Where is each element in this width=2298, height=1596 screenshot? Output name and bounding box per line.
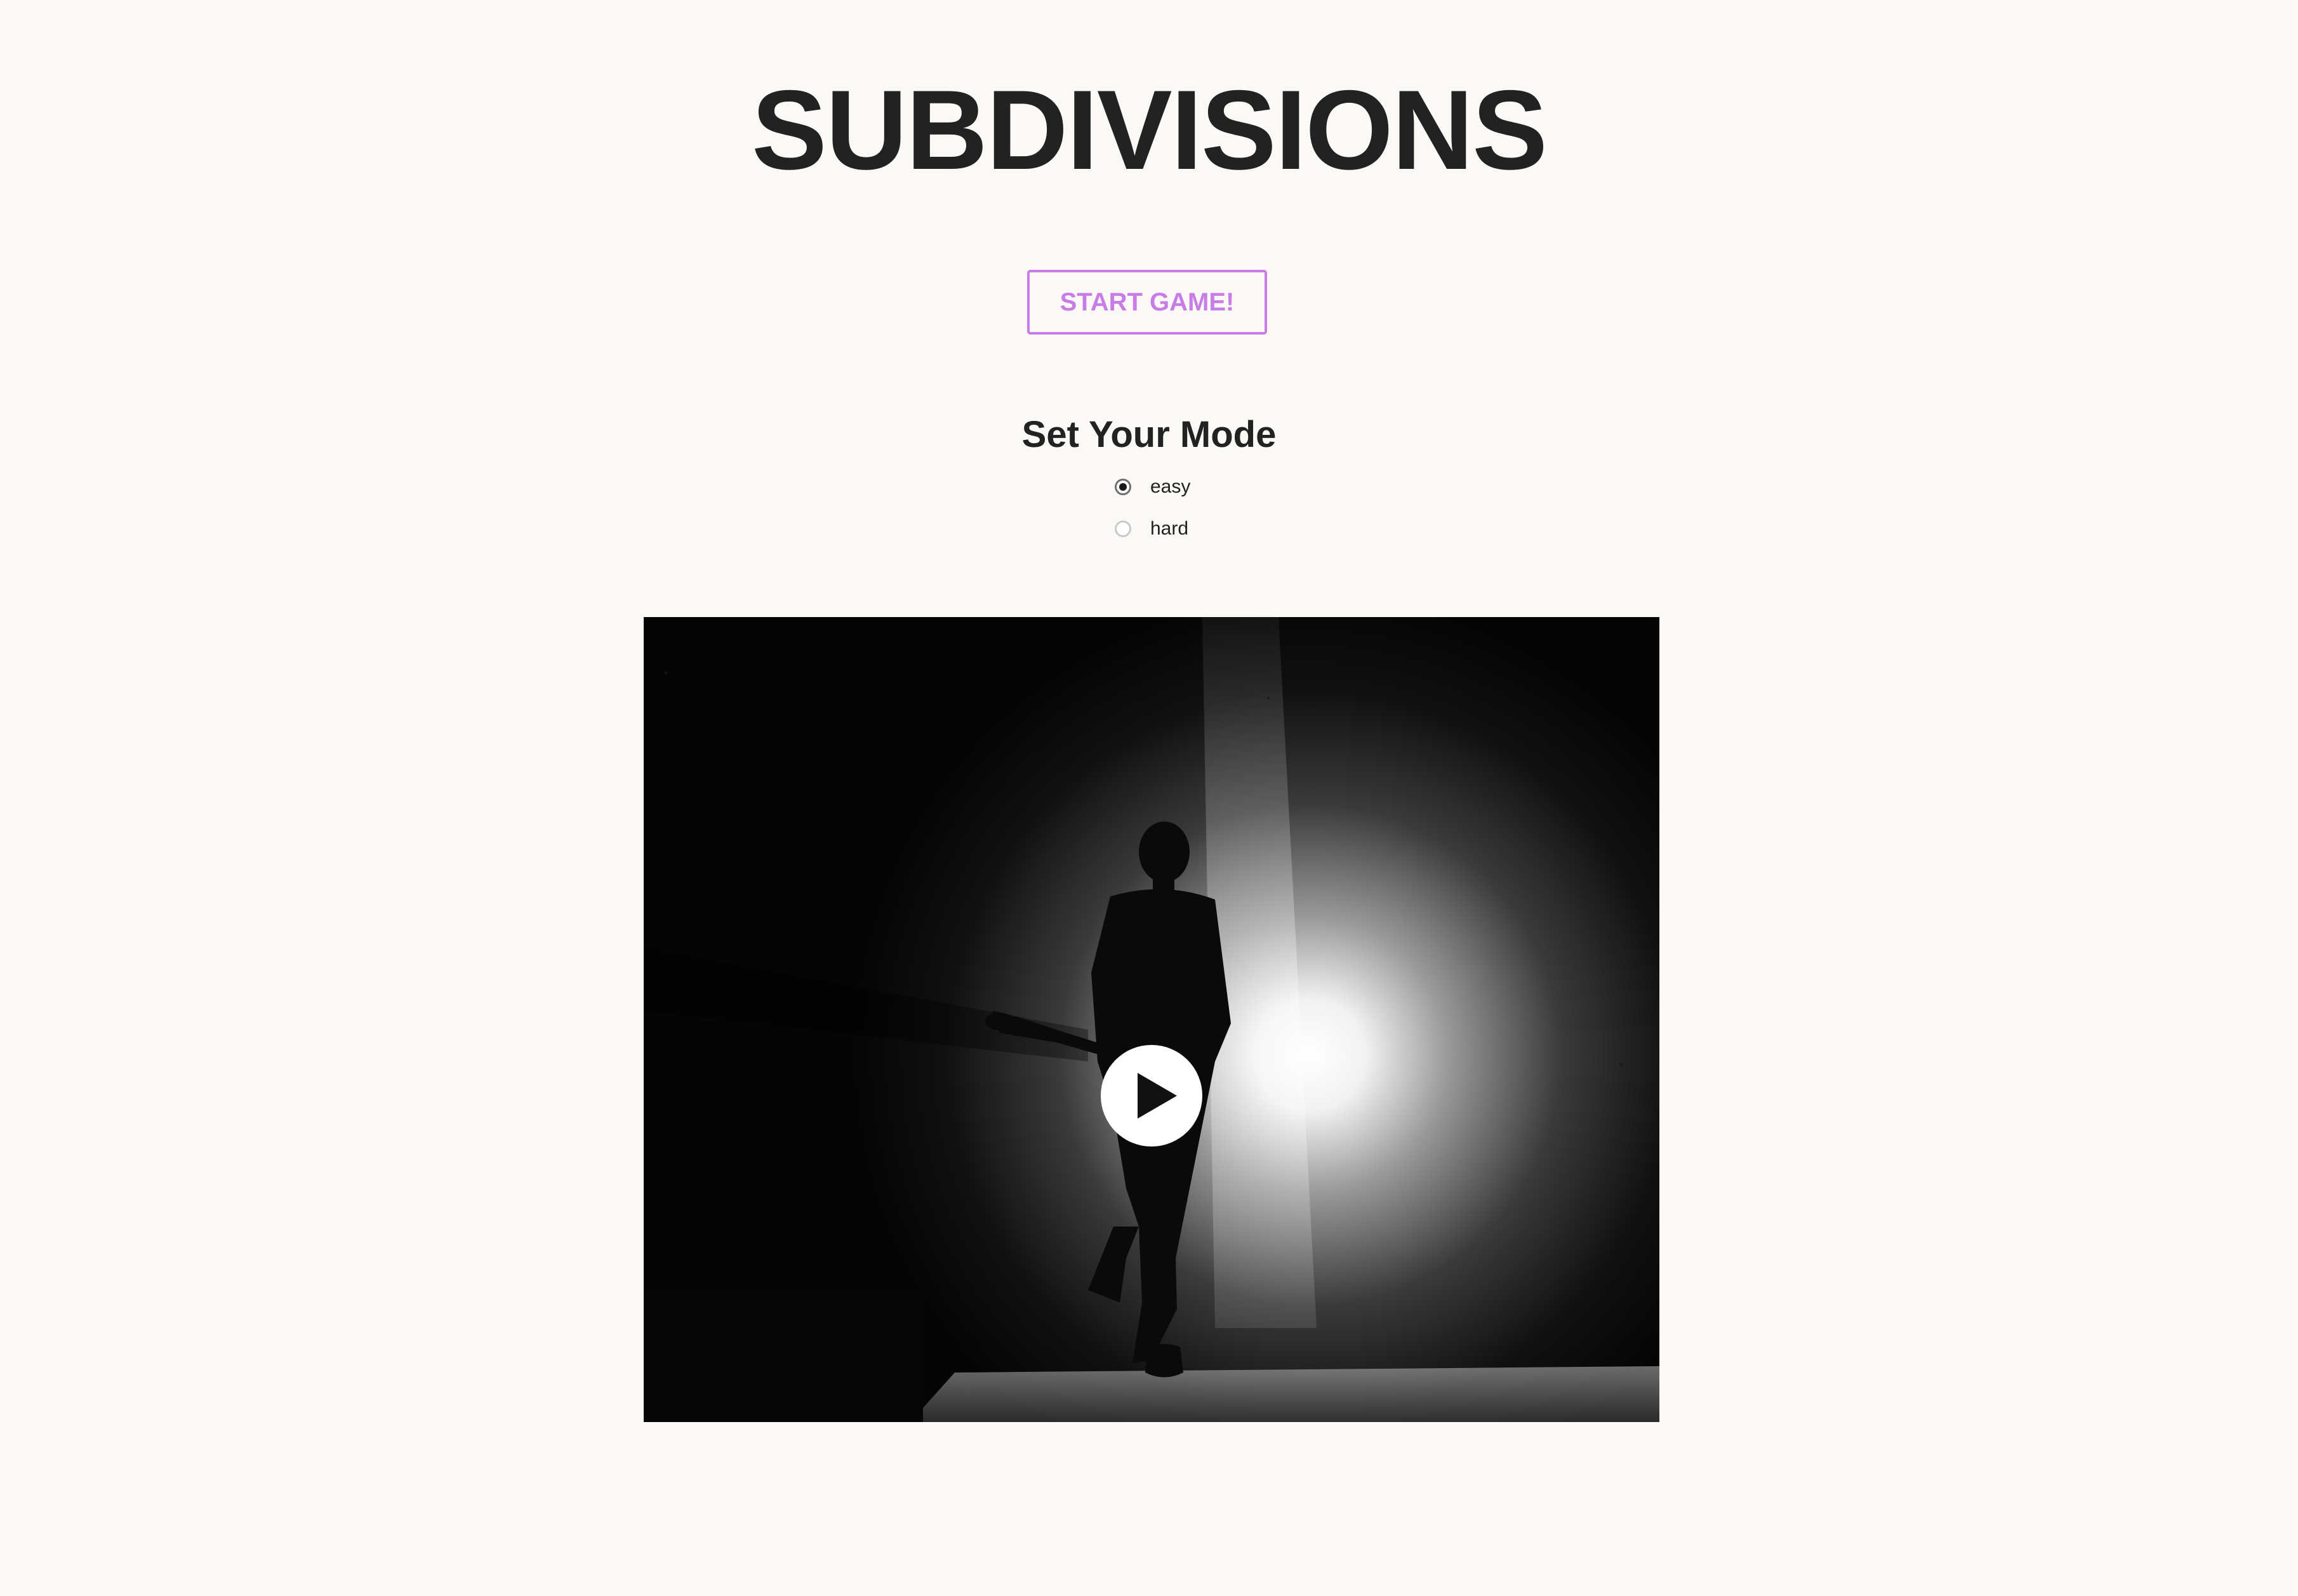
start-game-button[interactable]: START GAME! (1027, 270, 1267, 335)
play-button[interactable] (1101, 1045, 1202, 1147)
play-icon (1138, 1073, 1177, 1119)
radio-easy[interactable] (1115, 479, 1131, 495)
mode-option-easy[interactable]: easy (1115, 471, 1190, 503)
video-player[interactable] (644, 617, 1659, 1422)
mode-option-label: easy (1150, 476, 1191, 497)
mode-heading: Set Your Mode (1021, 414, 1277, 455)
radio-hard[interactable] (1115, 521, 1131, 537)
page-title: SUBDIVISIONS (752, 67, 1548, 193)
video-thumbnail (644, 617, 1659, 1422)
mode-option-hard[interactable]: hard (1115, 513, 1188, 545)
mode-option-label: hard (1150, 518, 1189, 539)
